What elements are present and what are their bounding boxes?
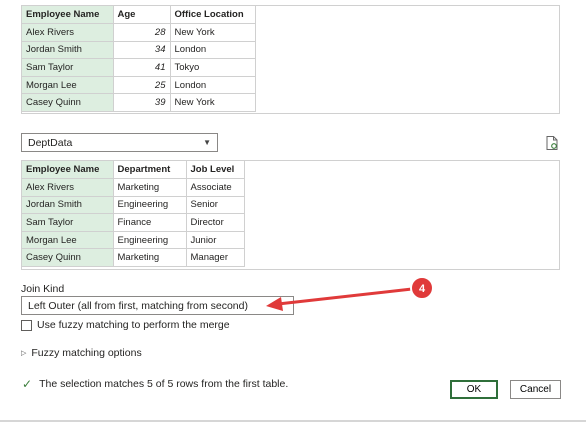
merge-dialog: Employee Name Age Office Location Alex R… xyxy=(0,0,586,422)
annotation-overlay: 4 xyxy=(266,276,434,311)
annotation-arrow-shaft xyxy=(276,287,414,306)
annotation-badge-number: 4 xyxy=(419,283,426,295)
annotation-arrowhead xyxy=(266,297,283,311)
